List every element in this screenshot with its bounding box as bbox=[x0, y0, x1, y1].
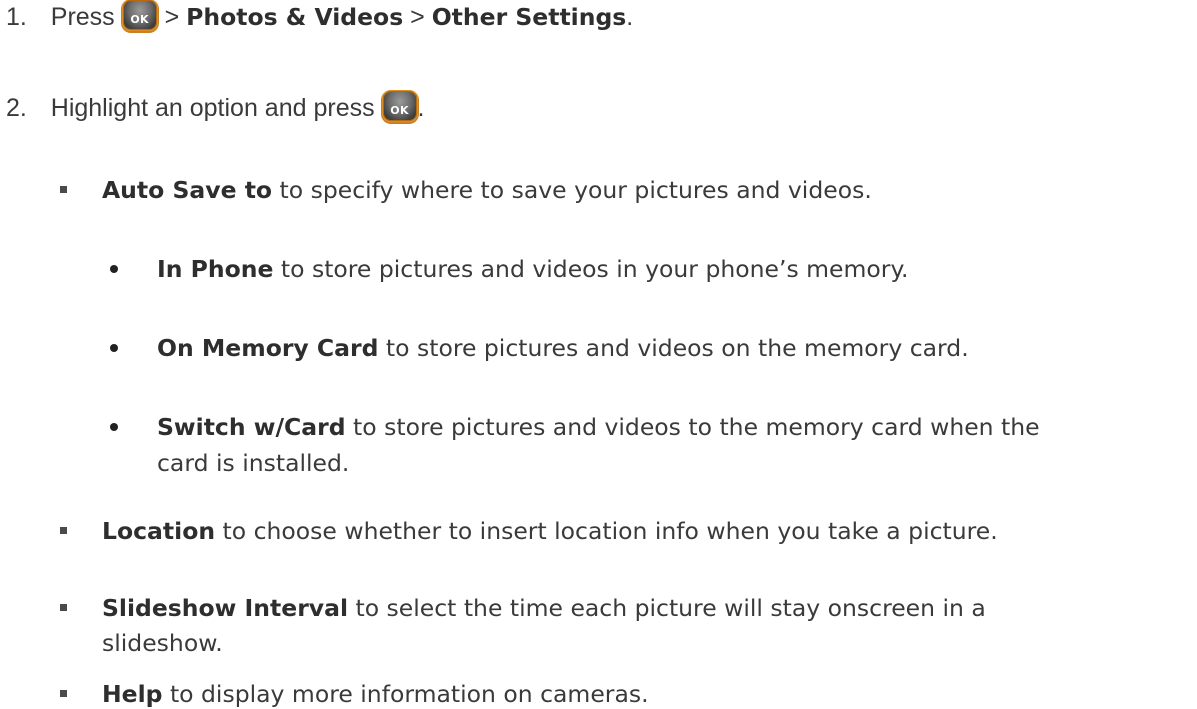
option-auto-save: Auto Save to to specify where to save yo… bbox=[102, 175, 872, 205]
option-term: Slideshow Interval bbox=[102, 594, 349, 622]
option-term: In Phone bbox=[157, 255, 274, 283]
option-desc: to choose whether to insert location inf… bbox=[215, 517, 998, 545]
option-desc: to store pictures and videos to the memo… bbox=[345, 413, 1040, 441]
step-number: 1. bbox=[6, 3, 27, 31]
option-desc: card is installed. bbox=[157, 449, 350, 477]
step-2: 2. Highlight an option and press OK. bbox=[6, 90, 425, 123]
option-slideshow-interval: Slideshow Interval to select the time ea… bbox=[102, 593, 986, 623]
bullet-square-icon bbox=[60, 604, 67, 611]
step-end: . bbox=[417, 94, 425, 122]
option-term: On Memory Card bbox=[157, 334, 379, 362]
step-text: Press bbox=[50, 3, 115, 31]
option-help: Help to display more information on came… bbox=[102, 679, 649, 709]
ok-key-label: OK bbox=[390, 104, 409, 118]
option-term: Help bbox=[102, 680, 163, 708]
bullet-square-icon bbox=[60, 690, 67, 697]
option-desc: to display more information on cameras. bbox=[162, 680, 649, 708]
bullet-square-icon bbox=[60, 527, 67, 534]
option-desc: to specify where to save your pictures a… bbox=[272, 176, 872, 204]
bullet-square-icon bbox=[60, 186, 67, 193]
option-in-phone: In Phone to store pictures and videos in… bbox=[157, 254, 908, 284]
option-term: Location bbox=[102, 517, 216, 545]
option-desc: to select the time each picture will sta… bbox=[348, 594, 986, 622]
option-desc: to store pictures and videos on the memo… bbox=[378, 334, 969, 362]
menu-item-other-settings: Other Settings bbox=[431, 3, 627, 31]
bullet-dot-icon bbox=[110, 344, 118, 352]
step-number: 2. bbox=[6, 94, 27, 122]
step-1: 1. Press OK > Photos & Videos > Other Se… bbox=[6, 0, 634, 32]
option-term: Switch w/Card bbox=[157, 413, 346, 441]
option-term: Auto Save to bbox=[102, 176, 273, 204]
bullet-dot-icon bbox=[110, 265, 118, 273]
ok-key-label: OK bbox=[130, 13, 149, 27]
option-location: Location to choose whether to insert loc… bbox=[102, 516, 998, 546]
ok-key-icon: OK bbox=[381, 90, 418, 123]
option-desc: slideshow. bbox=[102, 629, 223, 657]
ok-key-icon: OK bbox=[121, 0, 158, 32]
option-switch-card-continued: card is installed. bbox=[157, 448, 349, 478]
option-desc: to store pictures and videos in your pho… bbox=[273, 255, 909, 283]
step-end: . bbox=[626, 3, 634, 31]
bullet-dot-icon bbox=[110, 423, 118, 431]
option-switch-card: Switch w/Card to store pictures and vide… bbox=[157, 412, 1040, 442]
step-text: Highlight an option and press bbox=[50, 94, 375, 122]
option-on-memory-card: On Memory Card to store pictures and vid… bbox=[157, 333, 969, 363]
menu-item-photos-videos: Photos & Videos bbox=[186, 3, 404, 31]
separator: > bbox=[164, 3, 180, 31]
option-slideshow-continued: slideshow. bbox=[102, 628, 223, 658]
separator: > bbox=[410, 3, 425, 31]
